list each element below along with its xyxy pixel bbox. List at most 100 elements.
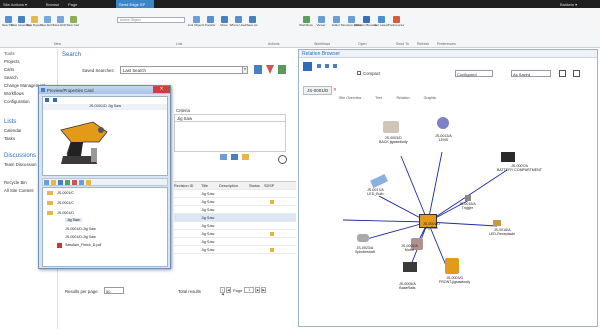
col-status[interactable]: Status (249, 184, 260, 188)
node-front-body[interactable]: JS-0003/D FRONT-jigsawbody (439, 276, 470, 284)
maximize-icon[interactable] (559, 70, 566, 77)
table-row[interactable]: Jig Saw (174, 222, 296, 230)
sort-icon[interactable] (231, 154, 238, 160)
sidebar-item-carts[interactable]: Carts (4, 67, 14, 72)
tab-site-overview[interactable]: Site Overview (339, 96, 361, 100)
node-trigger[interactable]: JS-0015/A Trigger (459, 202, 476, 210)
back-body-thumbnail[interactable] (383, 121, 399, 133)
tree-item[interactable]: JS-0001/D (57, 211, 74, 215)
user-menu[interactable]: Baldwin ▾ (560, 2, 577, 7)
criteria-box[interactable] (174, 122, 286, 152)
center-node[interactable]: JS-0001/D Jig Saw (423, 222, 440, 230)
led-receptacle-thumbnail[interactable] (493, 220, 501, 226)
move-button[interactable]: Move (218, 16, 230, 28)
back-icon[interactable] (317, 64, 321, 68)
table-row[interactable]: Jig Saw (174, 206, 296, 214)
save-as-button[interactable]: Save As (246, 16, 258, 28)
table-row[interactable]: Jig Saw (174, 190, 296, 198)
sidebar-item-recycle-bin[interactable]: Recycle Bin (4, 180, 27, 185)
new-eco-button[interactable]: New ECO (40, 16, 54, 28)
baserails-thumbnail[interactable] (403, 262, 417, 272)
tree-item[interactable]: SawAsm_Finish_D.pdf (65, 243, 101, 247)
tab-relation[interactable]: Relation (396, 96, 409, 100)
sidebar-item-tasks[interactable]: Tasks (4, 136, 15, 141)
toolbar-icon[interactable] (44, 180, 49, 185)
col-title[interactable]: Title (201, 184, 208, 188)
sidebar-item-all-site-content[interactable]: All Site Content (4, 188, 34, 193)
close-button[interactable]: ✕ (153, 86, 170, 93)
tree-item[interactable]: JS-0001/D-Jig Saw (65, 227, 96, 231)
node-led-receptacle[interactable]: JS-0016/A LED-Receptacle (489, 228, 515, 236)
transfer-button[interactable]: Transfer (204, 16, 216, 28)
fit-icon[interactable] (573, 70, 580, 77)
discussions-header[interactable]: Discussions (4, 153, 36, 159)
add-search-icon[interactable] (278, 65, 286, 74)
toolbar-icon[interactable] (79, 180, 84, 185)
next-page-icon[interactable]: ▶ (255, 287, 261, 293)
table-row[interactable]: Jig Saw (174, 246, 296, 254)
tree-item[interactable]: JS-0001/D-Jig Saw (65, 235, 96, 239)
relation-tool-icon[interactable] (303, 62, 312, 71)
tab-send-edge[interactable]: Send Edge SP (116, 0, 154, 8)
node-lens[interactable]: JS-0013/A LENS (435, 134, 452, 142)
prev-page-icon[interactable]: ◀ (226, 287, 231, 293)
tab-graphic[interactable]: Graphic (424, 96, 437, 100)
viewer-button[interactable]: Viewer (315, 16, 327, 28)
relation-browser-button[interactable]: Relation Browser (355, 16, 377, 28)
tab-js-0001-d[interactable]: JS-0001/D (303, 86, 333, 95)
node-battery-compartment[interactable]: JS-0007/A BATTERY COMPARTMENT (497, 164, 542, 172)
trigger-thumbnail[interactable] (465, 195, 471, 201)
tab-browse[interactable]: Browse (46, 2, 59, 7)
site-actions-menu[interactable]: Site Actions ▾ (3, 2, 27, 7)
configured-select[interactable]: Configured (455, 70, 493, 77)
search-icon[interactable] (278, 155, 287, 164)
first-page-icon[interactable]: |◀ (220, 287, 225, 296)
tree-item[interactable]: JS-0001/C (57, 191, 74, 195)
chevron-down-icon[interactable]: ▾ (242, 66, 248, 74)
close-tab-icon[interactable]: ✕ (333, 87, 337, 93)
page-input[interactable]: 1 (244, 287, 255, 293)
col-description[interactable]: Description (219, 184, 238, 188)
node-baserails[interactable]: JS-0005/A BaseRails (399, 282, 416, 290)
node-led-bulb[interactable]: JS-0017/A LED_Bulb (367, 188, 384, 196)
toolbar-icon[interactable] (51, 180, 56, 185)
node-back-body[interactable]: JS-0003/D BACK jigsawbody (379, 136, 408, 144)
battery-thumbnail[interactable] (501, 152, 515, 162)
refresh-icon[interactable] (333, 64, 337, 68)
tab-tree[interactable]: Tree (375, 96, 382, 100)
tab-page[interactable]: Page (68, 2, 77, 7)
toolbar-icon[interactable] (58, 180, 63, 185)
col-sdsp[interactable]: SDSP (264, 184, 274, 188)
compact-checkbox[interactable] (357, 71, 361, 75)
get-latest-button[interactable]: Get Latest (374, 16, 388, 28)
results-per-page-input[interactable]: 50 (104, 287, 124, 294)
dialog-title[interactable]: Preview/Properties Card (39, 86, 170, 94)
sidebar-item-projects[interactable]: Projects (4, 59, 20, 64)
toolbar-icon[interactable] (86, 180, 91, 185)
front-body-thumbnail[interactable] (445, 258, 459, 274)
spindleshaft-thumbnail[interactable] (357, 234, 369, 242)
lens-thumbnail[interactable] (437, 117, 449, 129)
sidebar-item-workflows[interactable]: Workflows (4, 91, 24, 96)
as-saved-select[interactable]: As Saved (511, 70, 551, 77)
workflows-button[interactable]: Workflows (299, 16, 313, 28)
tree-item[interactable]: JS-0001/C (57, 201, 74, 205)
table-row[interactable]: Jig Saw (174, 198, 296, 206)
download-icon[interactable] (53, 98, 57, 102)
last-page-icon[interactable]: ▶| (261, 287, 267, 293)
filter-icon[interactable] (220, 154, 227, 160)
sidebar-item-configuration[interactable]: Configuration (4, 99, 30, 104)
toolbar-icon[interactable] (65, 180, 70, 185)
save-search-icon[interactable] (254, 65, 262, 74)
node-motor[interactable]: JS-0002/A Motor (401, 244, 418, 252)
col-revision-id[interactable]: Revision ID (174, 184, 193, 188)
lists-header[interactable]: Lists (4, 119, 16, 125)
tree-item-selected[interactable]: Jig Saw (65, 218, 82, 222)
preview-properties-dialog[interactable]: Preview/Properties Card ✕ JS-0001/D Jig … (38, 85, 171, 269)
toolbar-icon[interactable] (72, 180, 77, 185)
export-icon[interactable] (242, 154, 249, 160)
back-icon[interactable] (45, 98, 49, 102)
new-ecr-button[interactable]: New ECR (53, 16, 67, 28)
active-object-field[interactable]: Active Object (117, 17, 185, 23)
new-cart-button[interactable]: New Cart (67, 16, 79, 28)
